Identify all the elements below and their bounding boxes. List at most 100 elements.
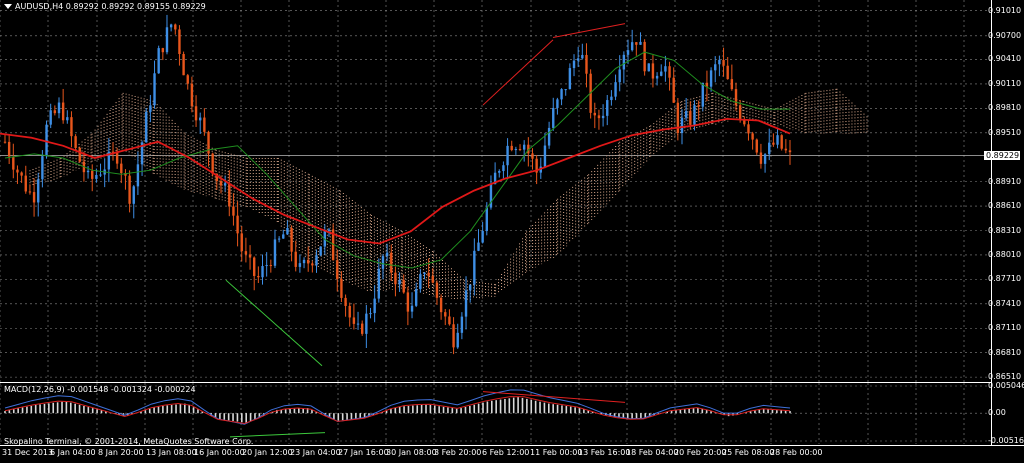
subwindow-divider[interactable]: [0, 382, 991, 383]
candle-bull: [302, 259, 306, 264]
candle-bear: [402, 280, 405, 293]
candle-bear: [435, 282, 439, 298]
price-tick-label: 0.88310: [988, 225, 1022, 235]
candle-bull: [385, 252, 389, 257]
price-tick-label: 0.87710: [988, 274, 1022, 284]
candle-bull: [614, 82, 617, 97]
macd-scale-label: 0.005046: [988, 381, 1024, 390]
candle-bull: [560, 89, 563, 100]
price-tick-label: 0.87110: [988, 323, 1022, 333]
candle-bear: [128, 175, 131, 204]
candle-bull: [693, 105, 696, 125]
symbol-header[interactable]: AUDUSD,H4 0.89292 0.89292 0.89155 0.8922…: [4, 2, 206, 12]
candle-bear: [344, 297, 347, 306]
candle-bull: [522, 144, 526, 150]
price-chart[interactable]: [0, 0, 1024, 383]
candle-bull: [223, 183, 227, 186]
candle-bull: [373, 298, 376, 314]
candle-bear: [228, 183, 231, 207]
candle-bear: [203, 117, 206, 132]
candle-bear: [61, 102, 65, 121]
candle-bull: [639, 41, 642, 45]
candle-bull: [273, 239, 277, 266]
candle-bull: [327, 229, 331, 231]
candle-bull: [768, 142, 771, 155]
copyright-notice: Skopalino Terminal, © 2001-2014, MetaQuo…: [4, 437, 254, 446]
price-tick-label: 0.88010: [988, 249, 1022, 259]
candle-bull: [468, 284, 472, 291]
dropdown-triangle-icon[interactable]: [4, 4, 12, 9]
price-tick-label: 0.88910: [988, 176, 1022, 186]
candle-bear: [120, 163, 123, 174]
candle-bear: [431, 276, 435, 283]
time-tick-label: 27 Jan 16:00: [338, 448, 389, 457]
candle-bear: [91, 170, 94, 179]
candle-bull: [456, 332, 459, 348]
time-tick-label: 6 Feb 12:00: [482, 448, 530, 457]
candle-bull: [552, 107, 555, 128]
candle-bear: [697, 105, 700, 107]
candle-bear: [352, 317, 356, 324]
candle-bear: [348, 305, 351, 318]
price-tick-label: 0.90700: [988, 30, 1022, 40]
candle-bull: [460, 316, 464, 333]
candle-bear: [427, 272, 430, 277]
candle-bull: [41, 156, 44, 180]
candle-bull: [626, 50, 630, 55]
time-tick-label: 13 Feb 16:00: [578, 448, 631, 457]
price-tick-label: 0.86510: [988, 372, 1022, 382]
candle-bull: [622, 54, 626, 70]
candle-bull: [647, 63, 650, 72]
candle-bear: [780, 135, 783, 149]
candle-bear: [178, 29, 181, 54]
chart-window[interactable]: AUDUSD,H4 0.89292 0.89292 0.89155 0.8922…: [0, 0, 1024, 462]
candle-bull: [315, 255, 318, 266]
time-tick-label: 30 Jan 08:00: [386, 448, 437, 457]
candle-bull: [365, 313, 368, 334]
candle-bull: [514, 148, 518, 151]
candle-bull: [684, 111, 688, 118]
candle-bull: [601, 115, 605, 119]
candle-bear: [668, 66, 671, 78]
candle-bull: [543, 145, 547, 167]
candle-bull: [86, 170, 90, 173]
price-tick-label: 0.90110: [988, 78, 1022, 88]
candle-bull: [664, 66, 667, 72]
candle-bull: [410, 305, 414, 312]
candle-bear: [531, 153, 534, 159]
candle-bear: [211, 153, 214, 174]
price-tick-label: 0.89510: [988, 127, 1022, 137]
candle-bull: [37, 179, 40, 203]
candle-bear: [161, 48, 165, 53]
candle-bull: [556, 99, 559, 108]
candle-bear: [32, 192, 36, 203]
price-tick-label: 0.90410: [988, 54, 1022, 64]
candlesticks: [3, 14, 792, 355]
candle-bear: [232, 206, 235, 216]
candle-bull: [718, 59, 721, 65]
candle-bull: [149, 105, 152, 112]
candle-bear: [518, 148, 522, 150]
candle-bull: [576, 58, 580, 61]
candle-bull: [169, 24, 173, 28]
candle-bull: [99, 174, 102, 176]
candle-bull: [680, 117, 684, 133]
candle-bull: [502, 165, 505, 172]
candle-bear: [755, 139, 758, 153]
candle-bear: [510, 145, 513, 151]
price-tick-label: 0.89810: [988, 103, 1022, 113]
time-tick-label: 20 Feb 20:00: [674, 448, 727, 457]
candle-bear: [3, 141, 7, 143]
candle-bull: [298, 263, 302, 267]
candle-bear: [406, 292, 410, 312]
candle-bull: [610, 96, 613, 101]
candle-bear: [24, 175, 27, 192]
candle-bull: [618, 69, 621, 83]
candle-bull: [66, 117, 69, 121]
candle-bear: [294, 251, 297, 267]
candle-bull: [165, 27, 169, 53]
price-tick-label: 0.91010: [988, 5, 1022, 15]
candle-bear: [788, 150, 792, 153]
candle-bull: [282, 234, 285, 239]
grid-lines: [0, 0, 991, 382]
